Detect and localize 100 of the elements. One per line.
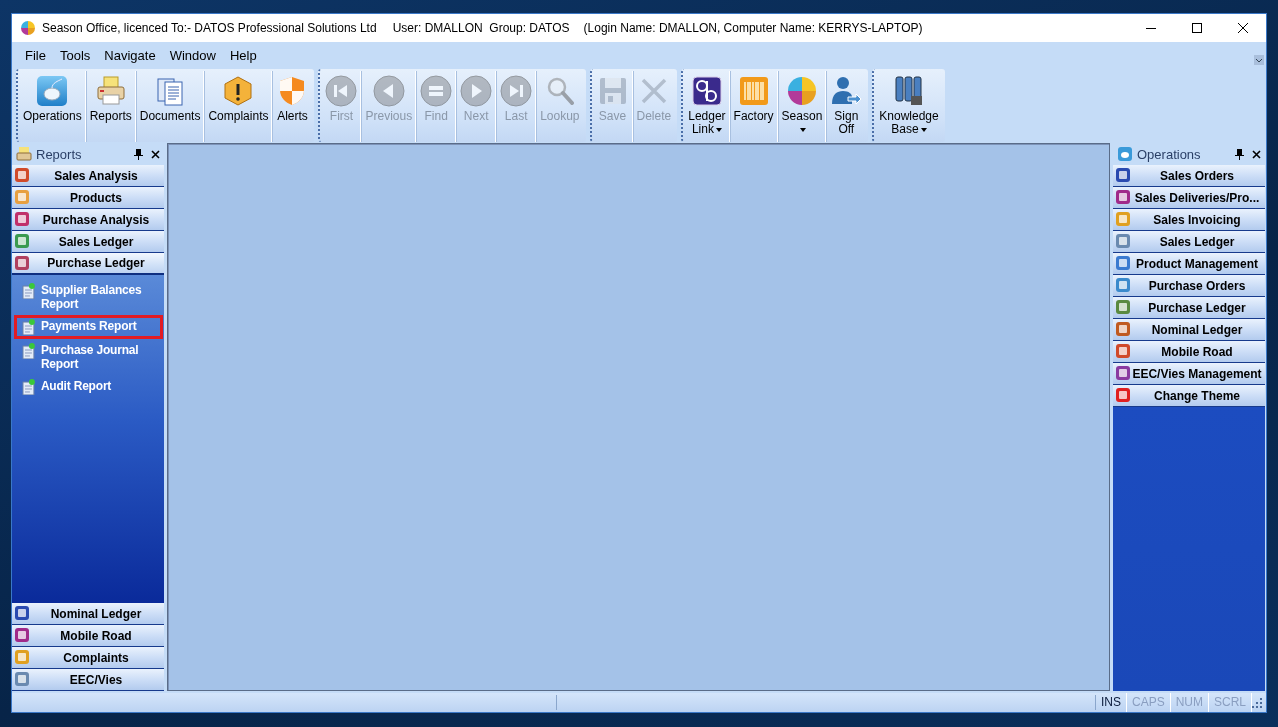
app-logo-icon bbox=[20, 20, 36, 36]
app-tile-icon bbox=[1115, 321, 1131, 337]
pie-icon bbox=[785, 75, 818, 107]
report-item[interactable]: Payments Report bbox=[14, 315, 163, 339]
document-icon bbox=[22, 283, 36, 299]
app-tile-icon bbox=[1115, 343, 1131, 359]
status-indicator: CAPS bbox=[1126, 693, 1171, 712]
operation-item[interactable]: Sales Deliveries/Pro... bbox=[1113, 187, 1265, 209]
close-button[interactable] bbox=[1252, 149, 1261, 159]
toolbar-button[interactable]: Ledger Link bbox=[685, 71, 730, 142]
printer-icon bbox=[16, 146, 32, 162]
app-tile-icon bbox=[14, 167, 30, 183]
equals-icon bbox=[420, 75, 453, 107]
menu-item[interactable]: File bbox=[18, 45, 53, 66]
app-tile-icon bbox=[1115, 255, 1131, 271]
operation-item[interactable]: Sales Ledger bbox=[1113, 231, 1265, 253]
report-item[interactable]: Audit Report bbox=[14, 375, 163, 399]
toolbar-button[interactable]: Season bbox=[778, 71, 827, 142]
section-header[interactable]: Complaints bbox=[12, 647, 164, 669]
chevron-icon bbox=[1254, 54, 1264, 65]
pin-button[interactable] bbox=[134, 148, 143, 160]
toolbar-button[interactable]: Alerts bbox=[273, 71, 312, 142]
pin-icon bbox=[134, 148, 143, 160]
caret-icon bbox=[920, 127, 927, 132]
toolbar-button[interactable]: Reports bbox=[86, 71, 136, 142]
app-tile-icon bbox=[1115, 189, 1131, 205]
operation-item[interactable]: Nominal Ledger bbox=[1113, 319, 1265, 341]
status-indicator: SCRL bbox=[1209, 693, 1252, 712]
document-icon bbox=[22, 379, 36, 395]
app-tile-icon bbox=[1115, 299, 1131, 315]
toolbar-button[interactable]: Operations bbox=[20, 71, 86, 142]
section-header[interactable]: EEC/Vies bbox=[12, 669, 164, 691]
previous-icon bbox=[372, 75, 405, 107]
caret-icon bbox=[799, 127, 806, 132]
toolbar-button[interactable]: Knowledge Base bbox=[876, 71, 942, 142]
toolbar-button[interactable]: Factory bbox=[730, 71, 778, 142]
menu-item[interactable]: Window bbox=[162, 45, 223, 66]
binders-icon bbox=[893, 75, 925, 107]
operation-item[interactable]: Sales Orders bbox=[1113, 165, 1265, 187]
operation-item[interactable]: Product Management bbox=[1113, 253, 1265, 275]
window-title: Season Office, licenced To:- DATOS Professional Solutions Ltd bbox=[42, 21, 377, 35]
app-tile-icon bbox=[1115, 167, 1131, 183]
operation-item[interactable]: Purchase Orders bbox=[1113, 275, 1265, 297]
warning-icon bbox=[222, 75, 255, 107]
barcode-icon bbox=[737, 75, 770, 107]
app-tile-icon bbox=[1115, 211, 1131, 227]
menu-item[interactable]: Navigate bbox=[97, 45, 163, 66]
app-tile-icon bbox=[14, 671, 30, 687]
printer-icon bbox=[94, 75, 127, 107]
last-icon bbox=[500, 75, 533, 107]
close-button[interactable] bbox=[151, 149, 160, 159]
section-header[interactable]: Sales Analysis bbox=[12, 165, 164, 187]
menu-item[interactable]: Tools bbox=[52, 45, 98, 66]
section-header[interactable]: Sales Ledger bbox=[12, 231, 164, 253]
toolbar-button[interactable]: Sign Off bbox=[827, 71, 866, 142]
close-icon bbox=[151, 149, 160, 159]
app-tile-icon bbox=[14, 255, 30, 271]
maximize-icon bbox=[1192, 23, 1202, 33]
app-tile-icon bbox=[14, 211, 30, 227]
app-tile-icon bbox=[1115, 365, 1131, 381]
pin-icon bbox=[1235, 148, 1244, 160]
app-tile-icon bbox=[1115, 387, 1131, 403]
operation-item[interactable]: Sales Invoicing bbox=[1113, 209, 1265, 231]
app-tile-icon bbox=[14, 233, 30, 249]
section-header[interactable]: Mobile Road bbox=[12, 625, 164, 647]
first-icon bbox=[325, 75, 358, 107]
app-tile-icon bbox=[1115, 277, 1131, 293]
close-icon bbox=[1252, 149, 1261, 159]
panel-title: Operations bbox=[1137, 146, 1202, 162]
mouse-icon bbox=[36, 75, 69, 107]
section-header[interactable]: Nominal Ledger bbox=[12, 603, 164, 625]
report-item[interactable]: Supplier Balances Report bbox=[14, 279, 163, 315]
resize-grip-icon bbox=[1252, 698, 1262, 708]
next-icon bbox=[460, 75, 493, 107]
toolbar-button[interactable]: Documents bbox=[136, 71, 205, 142]
app-tile-icon bbox=[14, 189, 30, 205]
currency-icon bbox=[690, 75, 723, 107]
status-indicator: INS bbox=[1095, 693, 1127, 712]
user-icon bbox=[830, 75, 863, 107]
document-icon bbox=[22, 319, 36, 335]
section-header[interactable]: Products bbox=[12, 187, 164, 209]
menu-item[interactable]: Help bbox=[222, 45, 264, 66]
mouse-icon bbox=[1117, 146, 1133, 162]
pin-button[interactable] bbox=[1235, 148, 1244, 160]
caret-icon bbox=[715, 127, 722, 132]
app-tile-icon bbox=[14, 649, 30, 665]
section-header[interactable]: Purchase Analysis bbox=[12, 209, 164, 231]
operation-item[interactable]: Mobile Road bbox=[1113, 341, 1265, 363]
status-indicator: NUM bbox=[1170, 693, 1209, 712]
login-info: (Login Name: DMALLON, Computer Name: KERRYS-LAPTOP) bbox=[583, 21, 923, 35]
section-header[interactable]: Purchase Ledger bbox=[12, 253, 164, 275]
user-info: User: DMALLON Group: DATOS bbox=[392, 21, 570, 35]
toolbar-button[interactable]: Complaints bbox=[205, 71, 273, 142]
app-tile-icon bbox=[14, 605, 30, 621]
operation-item[interactable]: Change Theme bbox=[1113, 385, 1265, 407]
report-item[interactable]: Purchase Journal Report bbox=[14, 339, 163, 375]
app-tile-icon bbox=[1115, 233, 1131, 249]
operation-item[interactable]: EEC/Vies Management bbox=[1113, 363, 1265, 385]
close-icon bbox=[1238, 23, 1248, 33]
operation-item[interactable]: Purchase Ledger bbox=[1113, 297, 1265, 319]
